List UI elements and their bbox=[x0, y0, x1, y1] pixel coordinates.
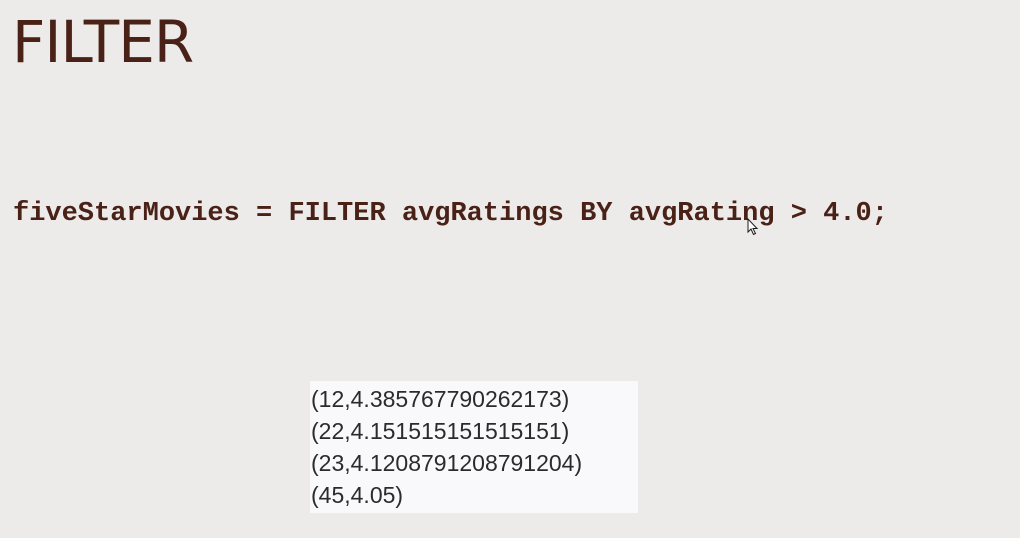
result-row: (22,4.151515151515151) bbox=[311, 418, 570, 444]
result-row: (45,4.05) bbox=[311, 482, 404, 508]
filter-output-box: (12,4.385767790262173) (22,4.15151515151… bbox=[310, 381, 638, 513]
result-row: (23,4.1208791208791204) bbox=[311, 450, 583, 476]
mouse-pointer-icon bbox=[747, 218, 759, 236]
slide-title: FILTER bbox=[12, 8, 194, 76]
result-row: (12,4.385767790262173) bbox=[311, 386, 570, 412]
